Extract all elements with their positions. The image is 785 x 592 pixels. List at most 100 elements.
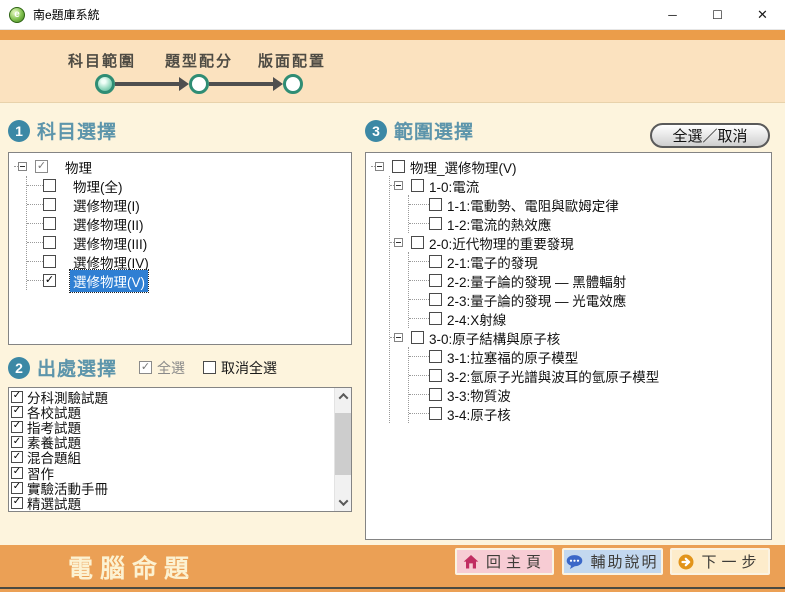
range-tree: 物理_選修物理(V)1-0:電流1-1:電動勢、電阻與歐姆定律1-2:電流的熱效… bbox=[366, 153, 771, 423]
home-button[interactable]: 回主頁 bbox=[455, 548, 554, 575]
checkbox[interactable] bbox=[429, 350, 442, 363]
checkbox[interactable] bbox=[11, 406, 23, 418]
checkbox[interactable] bbox=[35, 160, 48, 173]
checkbox[interactable] bbox=[429, 255, 442, 268]
checkbox[interactable] bbox=[11, 436, 23, 448]
checkbox[interactable] bbox=[429, 369, 442, 382]
step-arrow-head-1 bbox=[179, 77, 189, 91]
tree-node[interactable]: 3-3:物質波 bbox=[409, 385, 771, 404]
tree-node-label[interactable]: 選修物理(V) bbox=[70, 270, 148, 292]
tree-node-label[interactable]: 3-4:原子核 bbox=[444, 403, 514, 425]
tree-node[interactable]: 2-2:量子論的發現 — 黑體輻射 bbox=[409, 271, 771, 290]
tree-node[interactable]: 3-2:氫原子光譜與波耳的氫原子模型 bbox=[409, 366, 771, 385]
next-arrow-icon bbox=[678, 554, 694, 570]
checkbox[interactable] bbox=[43, 236, 56, 249]
tree-node[interactable]: 3-4:原子核 bbox=[409, 404, 771, 423]
tree-node[interactable]: 2-3:量子論的發現 — 光電效應 bbox=[409, 290, 771, 309]
checkbox[interactable] bbox=[11, 482, 23, 494]
help-button[interactable]: 輔助說明 bbox=[562, 548, 663, 575]
scroll-down-icon[interactable] bbox=[335, 495, 351, 510]
tree-node[interactable]: 選修物理(V) bbox=[27, 271, 351, 290]
select-all-checkbox[interactable]: 全選 bbox=[139, 358, 185, 378]
checkbox[interactable] bbox=[411, 236, 424, 249]
app-logo-icon: e bbox=[9, 7, 25, 23]
tree-node[interactable]: 選修物理(II) bbox=[27, 214, 351, 233]
checkbox[interactable] bbox=[43, 255, 56, 268]
subject-section-header: 1 科目選擇 bbox=[8, 117, 117, 144]
section-number-2: 2 bbox=[8, 357, 30, 379]
checkbox[interactable] bbox=[43, 274, 56, 287]
tree-collapse-icon[interactable] bbox=[394, 181, 403, 190]
checkbox[interactable] bbox=[411, 331, 424, 344]
checkbox[interactable] bbox=[11, 467, 23, 479]
checkbox[interactable] bbox=[429, 293, 442, 306]
next-step-button[interactable]: 下一步 bbox=[670, 548, 770, 575]
tree-node[interactable]: 1-1:電動勢、電阻與歐姆定律 bbox=[409, 195, 771, 214]
main-content: 1 科目選擇 物理物理(全)選修物理(I)選修物理(II)選修物理(III)選修… bbox=[0, 103, 785, 545]
tree-node[interactable]: 物理_選修物理(V) bbox=[371, 157, 771, 176]
scrollbar[interactable] bbox=[334, 388, 351, 511]
tree-connector bbox=[409, 223, 429, 224]
checkbox[interactable] bbox=[429, 217, 442, 230]
checkbox[interactable] bbox=[411, 179, 424, 192]
checkbox[interactable] bbox=[429, 388, 442, 401]
select-all-checkbox-box[interactable] bbox=[139, 361, 152, 374]
tree-connector bbox=[409, 318, 429, 319]
source-section-title: 出處選擇 bbox=[37, 354, 117, 381]
tree-collapse-icon[interactable] bbox=[375, 162, 384, 171]
tree-node[interactable]: 2-1:電子的發現 bbox=[409, 252, 771, 271]
tree-collapse-icon[interactable] bbox=[394, 333, 403, 342]
checkbox[interactable] bbox=[43, 198, 56, 211]
checkbox[interactable] bbox=[429, 198, 442, 211]
checkbox[interactable] bbox=[43, 179, 56, 192]
tree-node[interactable]: 選修物理(III) bbox=[27, 233, 351, 252]
checkbox[interactable] bbox=[43, 217, 56, 230]
step-label-layout-config: 版面配置 bbox=[258, 50, 326, 71]
tree-node[interactable]: 3-1:拉塞福的原子模型 bbox=[409, 347, 771, 366]
checkbox[interactable] bbox=[429, 407, 442, 420]
checkbox[interactable] bbox=[11, 497, 23, 509]
source-section-header: 2 出處選擇 全選 取消全選 bbox=[8, 354, 277, 381]
tree-collapse-icon[interactable] bbox=[18, 162, 27, 171]
tree-node[interactable]: 物理(全) bbox=[27, 176, 351, 195]
footer-title: 電腦命題 bbox=[68, 549, 196, 585]
title-bar: e 南e題庫系統 ─ ☐ ✕ bbox=[0, 0, 785, 30]
source-list-item[interactable]: 混合題組 bbox=[9, 450, 351, 465]
maximize-button[interactable]: ☐ bbox=[695, 0, 740, 30]
source-list-item[interactable]: 精選試題 bbox=[9, 495, 351, 510]
tree-connector bbox=[409, 413, 429, 414]
scrollbar-thumb[interactable] bbox=[335, 413, 351, 475]
deselect-all-checkbox[interactable]: 取消全選 bbox=[203, 358, 277, 378]
tree-node[interactable]: 3-0:原子結構與原子核 bbox=[390, 328, 771, 347]
select-toggle-button[interactable]: 全選／取消 bbox=[650, 123, 770, 148]
tree-node[interactable]: 選修物理(IV) bbox=[27, 252, 351, 271]
tree-node[interactable]: 物理 bbox=[14, 157, 351, 176]
minimize-button[interactable]: ─ bbox=[650, 0, 695, 30]
close-button[interactable]: ✕ bbox=[740, 0, 785, 30]
deselect-all-label: 取消全選 bbox=[221, 358, 277, 378]
checkbox[interactable] bbox=[11, 421, 23, 433]
checkbox[interactable] bbox=[429, 274, 442, 287]
step-circle-3 bbox=[283, 74, 303, 94]
tree-node[interactable]: 2-4:X射線 bbox=[409, 309, 771, 328]
range-tree-panel: 物理_選修物理(V)1-0:電流1-1:電動勢、電阻與歐姆定律1-2:電流的熱效… bbox=[365, 152, 772, 540]
scroll-up-icon[interactable] bbox=[335, 389, 351, 404]
checkbox[interactable] bbox=[392, 160, 405, 173]
checkbox[interactable] bbox=[11, 451, 23, 463]
tree-connector bbox=[409, 356, 429, 357]
step-label-question-config: 題型配分 bbox=[165, 50, 233, 71]
section-number-1: 1 bbox=[8, 120, 30, 142]
tree-node[interactable]: 1-2:電流的熱效應 bbox=[409, 214, 771, 233]
tree-node[interactable]: 選修物理(I) bbox=[27, 195, 351, 214]
tree-node[interactable]: 1-0:電流 bbox=[390, 176, 771, 195]
checkbox[interactable] bbox=[11, 391, 23, 403]
checkbox[interactable] bbox=[429, 312, 442, 325]
section-number-3: 3 bbox=[365, 120, 387, 142]
source-list: 分科測驗試題各校試題指考試題素養試題混合題組習作實驗活動手冊精選試題 bbox=[9, 388, 351, 512]
deselect-all-checkbox-box[interactable] bbox=[203, 361, 216, 374]
tree-node[interactable]: 2-0:近代物理的重要發現 bbox=[390, 233, 771, 252]
tree-connector bbox=[27, 242, 43, 243]
step-arrow-head-2 bbox=[273, 77, 283, 91]
tree-connector bbox=[27, 223, 43, 224]
tree-collapse-icon[interactable] bbox=[394, 238, 403, 247]
